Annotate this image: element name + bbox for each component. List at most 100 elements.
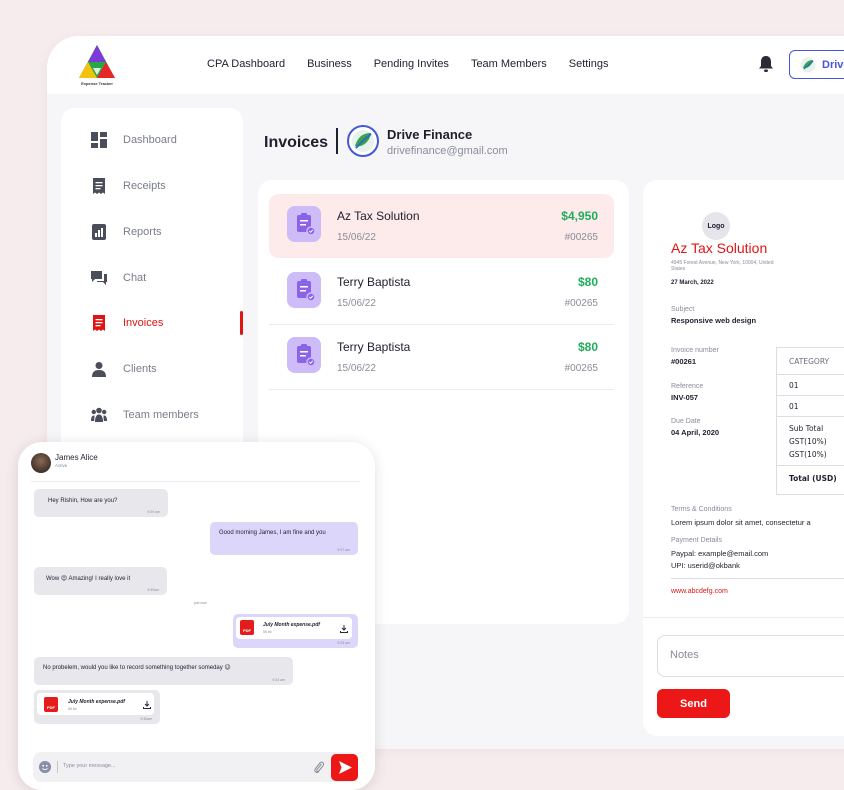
sidebar-item-dashboard[interactable]: Dashboard	[91, 130, 177, 150]
gst-label: GST(10%)	[789, 450, 827, 459]
invoice-amount: $4,950	[561, 209, 598, 223]
app-logo[interactable]: Expense Tracker	[75, 42, 119, 88]
emoji-icon[interactable]	[39, 761, 51, 773]
invoice-number: #00265	[564, 363, 598, 374]
table-header-category: CATEGORY	[789, 357, 830, 366]
nav-pending-invites[interactable]: Pending Invites	[374, 58, 449, 70]
due-date-value: 04 April, 2020	[671, 428, 720, 437]
dashboard-icon	[91, 132, 107, 148]
invoice-number: #00265	[564, 298, 598, 309]
sidebar-item-invoices[interactable]: Invoices	[91, 313, 163, 333]
avatar	[31, 453, 51, 473]
invoice-date: 15/06/22	[337, 232, 376, 243]
subject-value: Responsive web design	[671, 316, 757, 325]
sidebar-item-label: Receipts	[123, 180, 166, 192]
org-logo	[347, 125, 379, 157]
chat-popup: James Alice Active Hey Rishin, How are y…	[18, 442, 375, 790]
preview-address: 4945 Forest Avenue, New York, 10004, Uni…	[671, 260, 774, 272]
message-time: 9:34 am	[272, 678, 285, 682]
main-nav: CPA Dashboard Business Pending Invites T…	[207, 58, 608, 70]
preview-divider	[671, 578, 844, 579]
preview-date: 27 March, 2022	[671, 280, 714, 286]
file-attachment-card[interactable]: PDF July Month expense.pdf 56 kb	[37, 693, 154, 715]
sidebar-item-clients[interactable]: Clients	[91, 359, 157, 379]
chat-message-input[interactable]: Type your message...	[33, 752, 358, 782]
invoice-list-item[interactable]: Terry Baptista 15/06/22 $80 #00265	[269, 325, 614, 390]
sidebar-item-chat[interactable]: Chat	[91, 268, 146, 288]
title-divider	[336, 128, 338, 154]
download-icon[interactable]	[143, 701, 151, 709]
message-time: 9:30am	[140, 717, 152, 721]
payment-details-label: Payment Details	[671, 537, 722, 544]
invoice-client-name: Az Tax Solution	[337, 209, 420, 223]
message-time: 9:29 am	[147, 510, 160, 514]
invoice-date: 15/06/22	[337, 363, 376, 374]
invoice-clipboard-icon	[287, 206, 321, 242]
invoice-icon	[93, 315, 105, 331]
nav-business[interactable]: Business	[307, 58, 352, 70]
logo-tagline: Expense Tracker	[81, 81, 113, 86]
message-bubble: Good morning James, I am fine and you 9:…	[210, 522, 358, 555]
preview-company-name: Az Tax Solution	[671, 240, 768, 256]
invoice-number: #00265	[564, 232, 598, 243]
total-label: Total (USD)	[789, 474, 837, 483]
table-divider	[777, 374, 844, 375]
notes-input[interactable]: Notes	[657, 635, 844, 677]
invoice-list-item[interactable]: Az Tax Solution 15/06/22 $4,950 #00265	[269, 194, 614, 258]
invoice-amount: $80	[577, 275, 598, 289]
chat-icon	[91, 271, 107, 285]
nav-cpa-dashboard[interactable]: CPA Dashboard	[207, 58, 285, 70]
invoice-client-name: Terry Baptista	[337, 275, 411, 289]
nav-settings[interactable]: Settings	[569, 58, 609, 70]
invoice-number-label: Invoice number	[671, 347, 719, 354]
bell-icon[interactable]	[758, 55, 774, 73]
file-message-bubble: PDF July Month expense.pdf 56 kb 9:33 am	[233, 614, 358, 648]
org-email: drivefinance@gmail.com	[387, 145, 508, 157]
download-icon[interactable]	[340, 625, 348, 633]
reference-label: Reference	[671, 383, 704, 390]
attachment-icon[interactable]	[313, 760, 325, 774]
gst-label: GST(10%)	[789, 437, 827, 446]
pdf-file-icon: PDF	[240, 620, 254, 635]
sidebar-item-receipts[interactable]: Receipts	[91, 176, 166, 196]
company-logo-placeholder: Logo	[702, 212, 730, 240]
team-icon	[91, 407, 107, 422]
receipt-icon	[93, 178, 105, 194]
sidebar-item-team-members[interactable]: Team members	[91, 405, 199, 425]
reference-value: INV-057	[671, 393, 699, 402]
message-text: Hey Rishin, How are you?	[48, 498, 118, 504]
org-switch-button[interactable]: Drive	[789, 50, 844, 79]
message-bubble: Wow 😍 Amazing! I really love it 9:30am	[34, 567, 167, 595]
send-arrow-icon	[339, 761, 352, 774]
sidebar-item-label: Reports	[123, 226, 162, 238]
logo-icon	[79, 45, 115, 78]
preview-section-divider	[643, 617, 844, 618]
upi-text: UPI: userid@okbank	[671, 561, 740, 570]
sidebar-item-label: Invoices	[123, 317, 164, 329]
sidebar: Dashboard Receipts Reports Chat Invoices…	[61, 108, 243, 468]
subject-label: Subject	[671, 306, 695, 313]
nav-team-members[interactable]: Team Members	[471, 58, 547, 70]
file-attachment-card[interactable]: PDF July Month expense.pdf 56 kb	[236, 617, 352, 639]
table-divider	[777, 465, 844, 466]
sidebar-item-reports[interactable]: Reports	[91, 222, 162, 242]
just-now-label: just now	[194, 601, 207, 605]
file-size: 56 kb	[68, 707, 77, 711]
website-link[interactable]: www.abcdefg.com	[671, 588, 728, 595]
invoice-date: 15/06/22	[337, 298, 376, 309]
invoice-items-table: CATEGORY 01 01 Sub Total GST(10%) GST(10…	[776, 347, 844, 495]
sidebar-item-label: Chat	[123, 272, 147, 284]
sidebar-active-indicator	[240, 311, 243, 335]
paypal-text: Paypal: example@email.com	[671, 549, 769, 558]
table-row-item: 01	[789, 402, 799, 411]
message-time: 9:37 am	[337, 548, 350, 552]
invoice-list-item[interactable]: Terry Baptista 15/06/22 $80 #00265	[269, 260, 614, 325]
table-divider	[777, 395, 844, 396]
invoice-clipboard-icon	[287, 337, 321, 373]
top-bar: Expense Tracker CPA Dashboard Business P…	[47, 36, 844, 94]
drive-finance-logo-icon	[352, 130, 374, 152]
chat-send-button[interactable]	[331, 754, 358, 781]
row-divider	[269, 389, 614, 390]
page-title: Invoices	[264, 134, 329, 151]
send-button[interactable]: Send	[657, 689, 730, 718]
